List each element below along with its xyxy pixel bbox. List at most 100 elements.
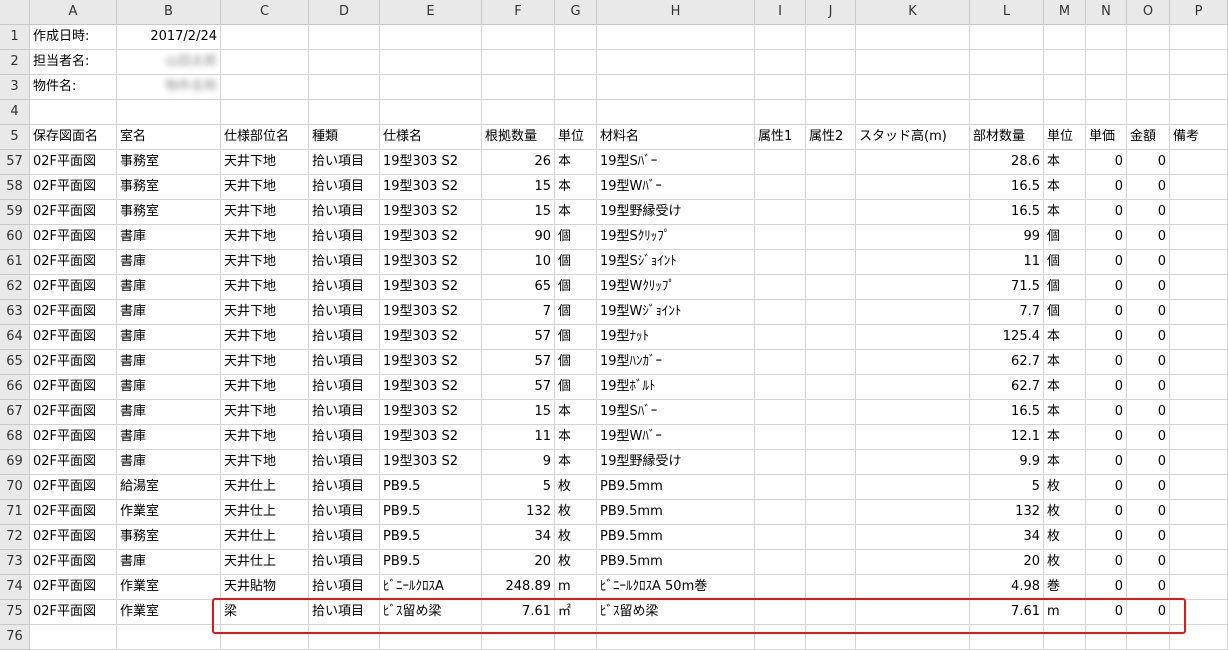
cell-E57[interactable]: 19型303 S2 xyxy=(380,150,482,175)
cell-P73[interactable] xyxy=(1170,550,1228,575)
cell-H1[interactable] xyxy=(597,25,755,50)
cell-O57[interactable]: 0 xyxy=(1127,150,1170,175)
cell-D63[interactable]: 拾い項目 xyxy=(309,300,380,325)
cell-L4[interactable] xyxy=(970,100,1044,125)
cell-P57[interactable] xyxy=(1170,150,1228,175)
row-header-59[interactable]: 59 xyxy=(0,200,30,225)
row-header-1[interactable]: 1 xyxy=(0,25,30,50)
cell-O69[interactable]: 0 xyxy=(1127,450,1170,475)
cell-I76[interactable] xyxy=(755,625,806,650)
cell-B69[interactable]: 書庫 xyxy=(117,450,221,475)
cell-O65[interactable]: 0 xyxy=(1127,350,1170,375)
header-cell-F[interactable]: 根拠数量 xyxy=(482,125,555,150)
cell-P4[interactable] xyxy=(1170,100,1228,125)
meta-label[interactable]: 作成日時: xyxy=(30,25,117,50)
cell-G71[interactable]: 枚 xyxy=(555,500,597,525)
cell-M67[interactable]: 本 xyxy=(1044,400,1086,425)
cell-N74[interactable]: 0 xyxy=(1086,575,1127,600)
cell-H75[interactable]: ﾋﾞｽ留め梁 xyxy=(597,600,755,625)
row-header-64[interactable]: 64 xyxy=(0,325,30,350)
cell-D59[interactable]: 拾い項目 xyxy=(309,200,380,225)
cell-L67[interactable]: 16.5 xyxy=(970,400,1044,425)
cell-C64[interactable]: 天井下地 xyxy=(221,325,309,350)
cell-M76[interactable] xyxy=(1044,625,1086,650)
cell-H2[interactable] xyxy=(597,50,755,75)
cell-K57[interactable] xyxy=(856,150,970,175)
cell-P62[interactable] xyxy=(1170,275,1228,300)
cell-P74[interactable] xyxy=(1170,575,1228,600)
cell-B65[interactable]: 書庫 xyxy=(117,350,221,375)
cell-P63[interactable] xyxy=(1170,300,1228,325)
cell-E60[interactable]: 19型303 S2 xyxy=(380,225,482,250)
cell-H60[interactable]: 19型Sｸﾘｯﾌﾟ xyxy=(597,225,755,250)
cell-J58[interactable] xyxy=(806,175,856,200)
row-header-73[interactable]: 73 xyxy=(0,550,30,575)
cell-N75[interactable]: 0 xyxy=(1086,600,1127,625)
cell-M73[interactable]: 枚 xyxy=(1044,550,1086,575)
cell-E64[interactable]: 19型303 S2 xyxy=(380,325,482,350)
cell-K58[interactable] xyxy=(856,175,970,200)
cell-N70[interactable]: 0 xyxy=(1086,475,1127,500)
cell-P75[interactable] xyxy=(1170,600,1228,625)
cell-O62[interactable]: 0 xyxy=(1127,275,1170,300)
cell-N62[interactable]: 0 xyxy=(1086,275,1127,300)
cell-E75[interactable]: ﾋﾞｽ留め梁 xyxy=(380,600,482,625)
cell-I58[interactable] xyxy=(755,175,806,200)
cell-L66[interactable]: 62.7 xyxy=(970,375,1044,400)
cell-L1[interactable] xyxy=(970,25,1044,50)
cell-I57[interactable] xyxy=(755,150,806,175)
cell-H69[interactable]: 19型野縁受け xyxy=(597,450,755,475)
cell-O74[interactable]: 0 xyxy=(1127,575,1170,600)
cell-F66[interactable]: 57 xyxy=(482,375,555,400)
cell-D66[interactable]: 拾い項目 xyxy=(309,375,380,400)
cell-A63[interactable]: 02F平面図 xyxy=(30,300,117,325)
row-header-67[interactable]: 67 xyxy=(0,400,30,425)
cell-F62[interactable]: 65 xyxy=(482,275,555,300)
cell-E63[interactable]: 19型303 S2 xyxy=(380,300,482,325)
cell-L69[interactable]: 9.9 xyxy=(970,450,1044,475)
cell-H3[interactable] xyxy=(597,75,755,100)
cell-C72[interactable]: 天井仕上 xyxy=(221,525,309,550)
cell-O76[interactable] xyxy=(1127,625,1170,650)
cell-G62[interactable]: 個 xyxy=(555,275,597,300)
cell-C68[interactable]: 天井下地 xyxy=(221,425,309,450)
cell-K70[interactable] xyxy=(856,475,970,500)
cell-G4[interactable] xyxy=(555,100,597,125)
cell-I64[interactable] xyxy=(755,325,806,350)
cell-F72[interactable]: 34 xyxy=(482,525,555,550)
cell-C57[interactable]: 天井下地 xyxy=(221,150,309,175)
header-cell-D[interactable]: 種類 xyxy=(309,125,380,150)
cell-P71[interactable] xyxy=(1170,500,1228,525)
cell-N4[interactable] xyxy=(1086,100,1127,125)
header-cell-K[interactable]: スタッド高(m) xyxy=(856,125,970,150)
cell-F1[interactable] xyxy=(482,25,555,50)
row-header-65[interactable]: 65 xyxy=(0,350,30,375)
cell-B74[interactable]: 作業室 xyxy=(117,575,221,600)
cell-F67[interactable]: 15 xyxy=(482,400,555,425)
cell-I71[interactable] xyxy=(755,500,806,525)
cell-G67[interactable]: 本 xyxy=(555,400,597,425)
cell-G65[interactable]: 個 xyxy=(555,350,597,375)
cell-N73[interactable]: 0 xyxy=(1086,550,1127,575)
cell-E61[interactable]: 19型303 S2 xyxy=(380,250,482,275)
row-header-2[interactable]: 2 xyxy=(0,50,30,75)
cell-H71[interactable]: PB9.5mm xyxy=(597,500,755,525)
cell-B71[interactable]: 作業室 xyxy=(117,500,221,525)
cell-C69[interactable]: 天井下地 xyxy=(221,450,309,475)
cell-N58[interactable]: 0 xyxy=(1086,175,1127,200)
cell-P64[interactable] xyxy=(1170,325,1228,350)
cell-I70[interactable] xyxy=(755,475,806,500)
cell-D75[interactable]: 拾い項目 xyxy=(309,600,380,625)
cell-M72[interactable]: 枚 xyxy=(1044,525,1086,550)
cell-P59[interactable] xyxy=(1170,200,1228,225)
cell-E1[interactable] xyxy=(380,25,482,50)
cell-O70[interactable]: 0 xyxy=(1127,475,1170,500)
cell-G68[interactable]: 本 xyxy=(555,425,597,450)
cell-N71[interactable]: 0 xyxy=(1086,500,1127,525)
cell-N67[interactable]: 0 xyxy=(1086,400,1127,425)
cell-G57[interactable]: 本 xyxy=(555,150,597,175)
cell-D58[interactable]: 拾い項目 xyxy=(309,175,380,200)
meta-label[interactable]: 物件名: xyxy=(30,75,117,100)
cell-A64[interactable]: 02F平面図 xyxy=(30,325,117,350)
cell-D73[interactable]: 拾い項目 xyxy=(309,550,380,575)
